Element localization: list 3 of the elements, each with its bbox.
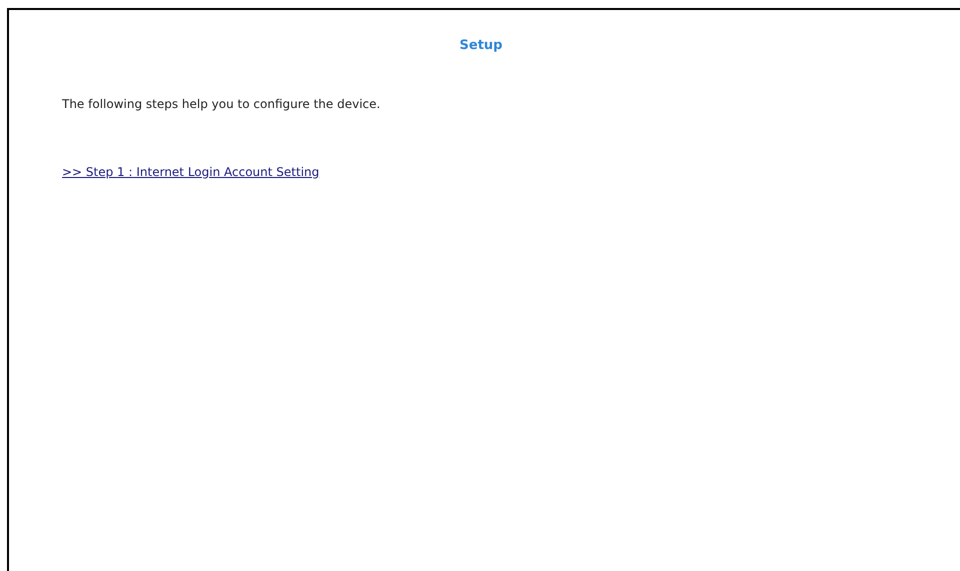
page-title: Setup [460, 38, 502, 53]
step-link[interactable]: >> Step 1 : Internet Login Account Setting [62, 165, 320, 179]
intro-text: The following steps help you to configure the device. [62, 97, 382, 111]
